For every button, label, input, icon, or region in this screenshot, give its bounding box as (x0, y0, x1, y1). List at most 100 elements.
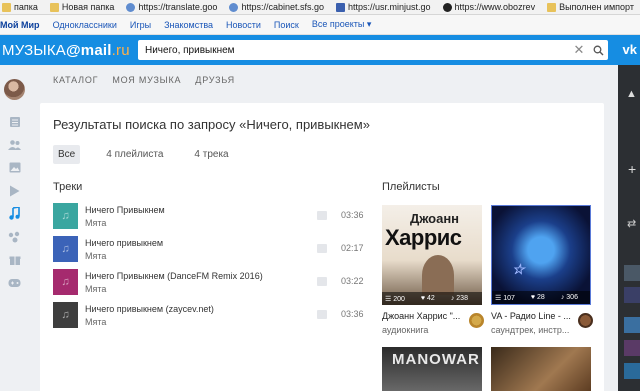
logo-prefix: МУЗЫКА (2, 41, 66, 59)
emblem-icon (335, 2, 345, 12)
bookmark-item[interactable]: https://translate.goo (126, 2, 217, 12)
portal-link-news[interactable]: Новости (226, 20, 261, 30)
cover-text-line1: Джоанн (410, 211, 460, 226)
queue-thumb[interactable] (624, 363, 640, 379)
cover-logo-art: ☆ (512, 261, 526, 277)
listens-count: ♪ 238 (450, 295, 468, 302)
bookmark-item[interactable]: папка (2, 2, 38, 12)
quality-badge (317, 211, 327, 220)
tab-my-music[interactable]: МОЯ МУЗЫКА (112, 75, 181, 85)
portal-link-moy-mir[interactable]: Мой Мир (0, 20, 40, 30)
clear-icon[interactable]: ✕ (570, 42, 588, 58)
track-row[interactable]: ♫ Ничего Привыкнем Мята 03:36 (53, 203, 364, 229)
groups-icon[interactable] (8, 230, 21, 243)
music-tabs: КАТАЛОГ МОЯ МУЗЫКА ДРУЗЬЯ (53, 75, 249, 85)
quality-badge (317, 310, 327, 319)
playlists-heading: Плейлисты (382, 181, 440, 193)
volume-icon[interactable]: ▲ (626, 88, 637, 100)
portal-link-all-projects[interactable]: Все проекты ▾ (312, 19, 372, 30)
bookmark-item[interactable]: Новая папка (49, 2, 115, 12)
search-results-panel: Результаты поиска по запросу «Ничего, пр… (40, 103, 604, 391)
portal-link-odnoklassniki[interactable]: Одноклассники (53, 20, 117, 30)
playlist-cover[interactable] (491, 347, 591, 391)
tab-catalog[interactable]: КАТАЛОГ (53, 75, 98, 85)
playlist-title[interactable]: Джоанн Харрис "... (382, 311, 460, 321)
listens-count: ♪ 306 (560, 294, 578, 301)
bookmark-item[interactable]: Выполнен импорт (547, 2, 634, 12)
music-note-icon: ♫ (61, 309, 70, 321)
bookmark-label: Новая папка (61, 2, 115, 12)
playlist-cover[interactable]: MANOWAR (382, 347, 482, 391)
track-cover[interactable]: ♫ (53, 269, 78, 295)
video-icon[interactable] (8, 184, 21, 197)
track-duration: 03:36 (341, 309, 364, 319)
track-artist[interactable]: Мята (85, 317, 106, 327)
games-icon[interactable] (8, 276, 21, 289)
folder-icon (49, 2, 59, 12)
track-row[interactable]: ♫ Ничего привыкнем Мята 02:17 (53, 236, 364, 262)
music-note-icon: ♫ (61, 243, 70, 255)
track-artist[interactable]: Мята (85, 284, 106, 294)
track-artist[interactable]: Мята (85, 218, 106, 228)
search-input[interactable] (138, 41, 570, 59)
queue-thumb[interactable] (624, 265, 640, 281)
quality-badge (317, 277, 327, 286)
playlist-subtitle: саундтрек, инстр... (491, 325, 570, 335)
filter-all[interactable]: Все (53, 145, 81, 164)
track-duration: 03:36 (341, 210, 364, 220)
filter-tracks[interactable]: 4 трека (189, 145, 233, 164)
playlist-title[interactable]: VA - Радио Line - ... (491, 311, 571, 321)
logo[interactable]: МУЗЫКА@mail.ru (2, 42, 130, 59)
track-title[interactable]: Ничего Привыкнем (85, 205, 165, 215)
track-cover[interactable]: ♫ (53, 302, 78, 328)
owner-avatar[interactable] (469, 313, 484, 328)
quality-badge (317, 244, 327, 253)
logo-at: @mail (65, 41, 112, 59)
portal-bar: Мой Мир Одноклассники Игры Знакомства Но… (0, 15, 640, 35)
globe-icon (229, 2, 239, 12)
bookmark-item[interactable]: https://usr.minjust.go (335, 2, 431, 12)
track-duration: 02:17 (341, 243, 364, 253)
tab-friends[interactable]: ДРУЗЬЯ (195, 75, 235, 85)
left-sidebar (0, 65, 28, 391)
portal-link-dating[interactable]: Знакомства (164, 20, 213, 30)
tracks-heading: Треки (53, 181, 83, 193)
news-feed-icon[interactable] (8, 115, 21, 128)
queue-thumb[interactable] (624, 317, 640, 333)
track-title[interactable]: Ничего Привыкнем (DanceFM Remix 2016) (85, 271, 263, 281)
bookmark-item[interactable]: https://cabinet.sfs.go (229, 2, 324, 12)
track-cover[interactable]: ♫ (53, 236, 78, 262)
track-artist[interactable]: Мята (85, 251, 106, 261)
portal-link-games[interactable]: Игры (130, 20, 151, 30)
github-icon (442, 2, 452, 12)
music-icon[interactable] (8, 207, 21, 220)
playlist-cover[interactable]: Джоанн Харрис ☰ 200 ♥ 42 ♪ 238 (382, 205, 482, 305)
owner-avatar[interactable] (578, 313, 593, 328)
track-row[interactable]: ♫ Ничего Привыкнем (DanceFM Remix 2016) … (53, 269, 364, 295)
gifts-icon[interactable] (8, 253, 21, 266)
track-title[interactable]: Ничего привыкнем (zaycev.net) (85, 304, 214, 314)
queue-thumb[interactable] (624, 287, 640, 303)
friends-icon[interactable] (8, 138, 21, 151)
track-title[interactable]: Ничего привыкнем (85, 238, 163, 248)
music-note-icon: ♫ (61, 276, 70, 288)
likes-count: ♥ 28 (530, 294, 545, 301)
add-icon[interactable]: + (628, 161, 636, 177)
track-duration: 03:22 (341, 276, 364, 286)
vk-logo[interactable]: vk (623, 42, 637, 57)
filter-playlists[interactable]: 4 плейлиста (101, 145, 168, 164)
cover-figure (422, 255, 454, 295)
search-icon[interactable] (588, 40, 608, 60)
music-note-icon: ♫ (61, 210, 70, 222)
photos-icon[interactable] (8, 161, 21, 174)
avatar[interactable] (4, 79, 25, 100)
bookmark-item[interactable]: https://www.obozrev (442, 2, 535, 12)
shuffle-icon[interactable]: ⇄ (627, 217, 636, 230)
track-row[interactable]: ♫ Ничего привыкнем (zaycev.net) Мята 03:… (53, 302, 364, 328)
result-filters: Все 4 плейлиста 4 трека (53, 145, 255, 164)
playlist-cover[interactable]: ☆ ☰ 107 ♥ 28 ♪ 306 (491, 205, 591, 305)
folder-icon (547, 2, 557, 12)
portal-link-search[interactable]: Поиск (274, 20, 299, 30)
queue-thumb[interactable] (624, 340, 640, 356)
track-cover[interactable]: ♫ (53, 203, 78, 229)
